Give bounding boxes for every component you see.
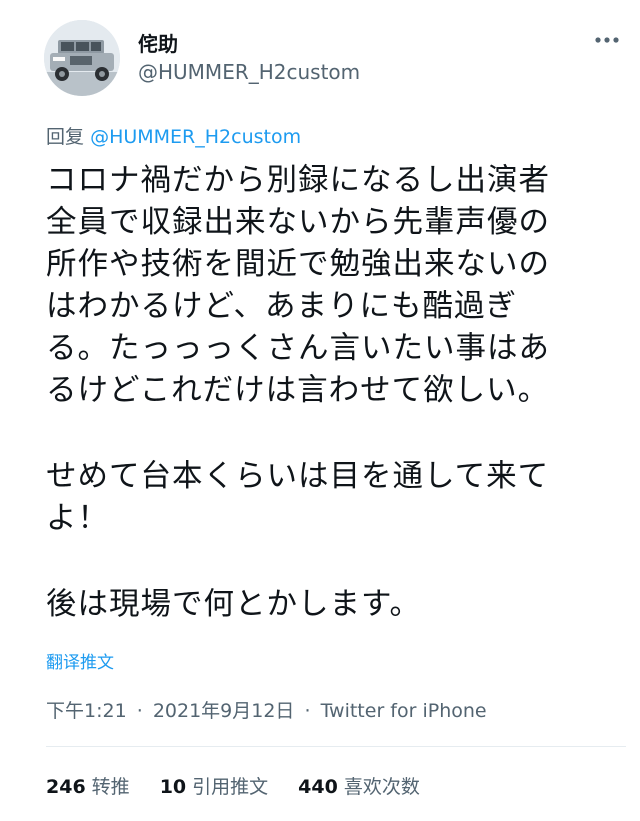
translate-tweet-link[interactable]: 翻译推文 bbox=[46, 648, 114, 673]
meta-separator: · bbox=[304, 700, 311, 722]
reply-prefix: 回复 bbox=[46, 126, 85, 148]
tweet-line: コロナ禍だから別録になるし出演者 bbox=[46, 163, 550, 198]
quotes-stat[interactable]: 10 引用推文 bbox=[160, 772, 268, 799]
likes-label: 喜欢次数 bbox=[343, 776, 420, 798]
avatar[interactable] bbox=[44, 20, 120, 96]
reply-context: 回复 @HUMMER_H2custom bbox=[46, 122, 301, 149]
tweet-line: 所作や技術を間近で勉強出来ないの bbox=[46, 247, 550, 282]
tweet-line: 全員で収録出来ないから先輩声優の bbox=[46, 205, 550, 240]
likes-stat[interactable]: 440 喜欢次数 bbox=[298, 772, 420, 799]
quotes-label: 引用推文 bbox=[192, 776, 269, 798]
reply-mention-link[interactable]: @HUMMER_H2custom bbox=[90, 126, 301, 148]
quotes-count: 10 bbox=[159, 776, 187, 798]
tweet-line: るけどこれだけは言わせて欲しい。 bbox=[46, 373, 550, 408]
tweet-meta: 下午1:21 · 2021年9月12日 · Twitter for iPhone bbox=[46, 696, 487, 723]
more-dots-icon bbox=[595, 37, 619, 43]
tweet-line: はわかるけど、あまりにも酷過ぎ bbox=[46, 289, 517, 324]
user-handle[interactable]: @HUMMER_H2custom bbox=[138, 60, 360, 84]
tweet-date[interactable]: 2021年9月12日 bbox=[153, 700, 295, 722]
retweets-stat[interactable]: 246 转推 bbox=[46, 772, 130, 799]
tweet-card: 侘助 @HUMMER_H2custom 回复 @HUMMER_H2custom … bbox=[0, 0, 640, 821]
likes-count: 440 bbox=[298, 776, 338, 798]
tweet-text: コロナ禍だから別録になるし出演者 全員で収録出来ないから先輩声優の 所作や技術を… bbox=[46, 160, 626, 626]
tweet-line: せめて台本くらいは目を通して来て bbox=[46, 459, 550, 494]
hummer-car-avatar-icon bbox=[44, 20, 120, 96]
retweets-label: 转推 bbox=[91, 776, 130, 798]
meta-separator: · bbox=[136, 700, 143, 722]
tweet-line: 後は現場で何とかします。 bbox=[46, 587, 421, 622]
display-name[interactable]: 侘助 bbox=[138, 28, 178, 57]
divider bbox=[46, 746, 626, 747]
tweet-stats: 246 转推 10 引用推文 440 喜欢次数 bbox=[46, 772, 420, 799]
more-options-button[interactable] bbox=[590, 28, 624, 52]
retweets-count: 246 bbox=[46, 776, 86, 798]
tweet-line: る。たっっっくさん言いたい事はあ bbox=[46, 331, 550, 366]
tweet-line: よ！ bbox=[46, 501, 109, 536]
tweet-time[interactable]: 下午1:21 bbox=[46, 700, 127, 722]
tweet-header: 侘助 @HUMMER_H2custom bbox=[44, 14, 624, 96]
tweet-source-link[interactable]: Twitter for iPhone bbox=[321, 700, 487, 722]
